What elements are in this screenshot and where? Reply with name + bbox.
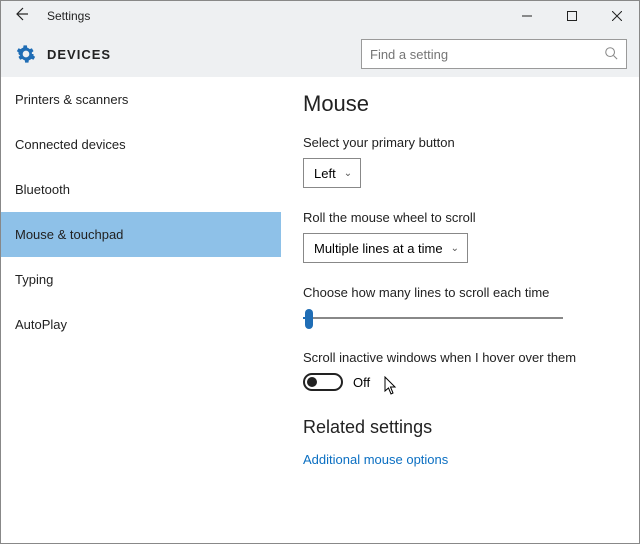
sidebar-item-mouse-touchpad[interactable]: Mouse & touchpad xyxy=(1,212,281,257)
sidebar-item-label: AutoPlay xyxy=(15,317,67,332)
hover-scroll-toggle[interactable] xyxy=(303,373,343,391)
sidebar-item-printers[interactable]: Printers & scanners xyxy=(1,77,281,122)
toggle-state-text: Off xyxy=(353,375,370,390)
wheel-scroll-label: Roll the mouse wheel to scroll xyxy=(303,210,619,225)
section-title: DEVICES xyxy=(47,47,111,62)
search-input-wrap[interactable] xyxy=(361,39,627,69)
sidebar: Printers & scanners Connected devices Bl… xyxy=(1,77,281,543)
search-icon xyxy=(604,46,618,63)
back-button[interactable] xyxy=(1,6,41,27)
lines-scroll-slider[interactable] xyxy=(303,308,563,328)
sidebar-item-label: Printers & scanners xyxy=(15,92,128,107)
titlebar: Settings xyxy=(1,1,639,31)
wheel-scroll-select[interactable]: Multiple lines at a time ⌄ xyxy=(303,233,468,263)
sidebar-item-label: Mouse & touchpad xyxy=(15,227,123,242)
related-heading: Related settings xyxy=(303,417,619,438)
page-title: Mouse xyxy=(303,91,619,117)
gear-icon xyxy=(15,43,37,65)
chevron-down-icon: ⌄ xyxy=(451,243,459,254)
search-input[interactable] xyxy=(370,47,604,62)
sidebar-item-connected-devices[interactable]: Connected devices xyxy=(1,122,281,167)
sidebar-item-label: Connected devices xyxy=(15,137,126,152)
window-title: Settings xyxy=(47,9,90,23)
select-value: Left xyxy=(314,166,336,181)
sidebar-item-typing[interactable]: Typing xyxy=(1,257,281,302)
header: DEVICES xyxy=(1,31,639,77)
additional-mouse-options-link[interactable]: Additional mouse options xyxy=(303,452,619,467)
primary-button-select[interactable]: Left ⌄ xyxy=(303,158,361,188)
chevron-down-icon: ⌄ xyxy=(344,168,352,179)
hover-scroll-label: Scroll inactive windows when I hover ove… xyxy=(303,350,619,365)
slider-track xyxy=(303,317,563,319)
minimize-button[interactable] xyxy=(504,1,549,31)
sidebar-item-autoplay[interactable]: AutoPlay xyxy=(1,302,281,347)
content: Mouse Select your primary button Left ⌄ … xyxy=(281,77,639,543)
slider-thumb[interactable] xyxy=(305,309,313,329)
maximize-button[interactable] xyxy=(549,1,594,31)
close-button[interactable] xyxy=(594,1,639,31)
sidebar-item-label: Typing xyxy=(15,272,53,287)
primary-button-label: Select your primary button xyxy=(303,135,619,150)
sidebar-item-label: Bluetooth xyxy=(15,182,70,197)
sidebar-item-bluetooth[interactable]: Bluetooth xyxy=(1,167,281,212)
lines-scroll-label: Choose how many lines to scroll each tim… xyxy=(303,285,619,300)
select-value: Multiple lines at a time xyxy=(314,241,443,256)
toggle-knob xyxy=(307,377,317,387)
